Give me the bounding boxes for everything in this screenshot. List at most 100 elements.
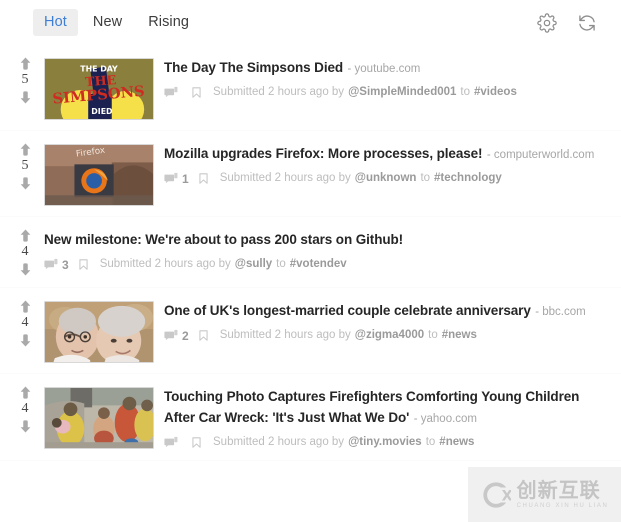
vote-column: 5: [10, 55, 40, 105]
svg-text:DIED: DIED: [91, 107, 113, 116]
app-root: Hot New Rising 5 THE DAY THE SIMPSONS DI…: [0, 0, 621, 522]
post-feed: 5 THE DAY THE SIMPSONS DIED The Day The …: [0, 45, 621, 462]
comment-icon[interactable]: [164, 86, 178, 100]
downvote-arrow-icon[interactable]: [18, 90, 33, 105]
post-item[interactable]: 5 Firefox Mozilla upgrades Firefox: More…: [0, 131, 621, 217]
post-author[interactable]: @tiny.movies: [348, 437, 422, 449]
bookmark-wrap[interactable]: [197, 172, 211, 186]
watermark-text: 创新互联 CHUANG XIN HU LIAN: [517, 480, 609, 509]
post-community[interactable]: #news: [442, 330, 477, 342]
comment-count: 2: [182, 329, 189, 344]
top-navigation-bar: Hot New Rising: [0, 0, 621, 45]
downvote-arrow-icon[interactable]: [18, 262, 33, 277]
vote-score: 5: [21, 72, 29, 87]
sort-tabs: Hot New Rising: [33, 8, 200, 37]
comments-group[interactable]: 1: [164, 172, 189, 186]
tab-new[interactable]: New: [82, 9, 133, 37]
post-thumbnail[interactable]: THE DAY THE SIMPSONS DIED: [44, 58, 154, 120]
submitted-text: Submitted 2 hours ago by: [219, 329, 351, 342]
bookmark-wrap[interactable]: [190, 436, 204, 450]
refresh-icon[interactable]: [577, 13, 597, 33]
post-meta: Submitted 2 hours ago by @tiny.movies to…: [164, 436, 607, 450]
downvote-arrow-icon[interactable]: [18, 333, 33, 348]
post-domain: - youtube.com: [347, 63, 421, 75]
to-text: to: [420, 172, 431, 185]
bookmark-wrap[interactable]: [197, 329, 211, 343]
post-body: Mozilla upgrades Firefox: More processes…: [164, 141, 607, 186]
post-item[interactable]: 5 THE DAY THE SIMPSONS DIED The Day The …: [0, 45, 621, 131]
post-domain: - bbc.com: [535, 306, 586, 318]
post-item[interactable]: 4: [0, 288, 621, 374]
vote-score: 5: [21, 158, 29, 173]
tab-rising-label: Rising: [148, 13, 190, 30]
vote-score: 4: [21, 401, 29, 416]
downvote-arrow-icon[interactable]: [18, 419, 33, 434]
post-title[interactable]: Mozilla upgrades Firefox: More processes…: [164, 146, 483, 161]
post-thumbnail[interactable]: [44, 387, 154, 449]
vote-column: 4: [10, 227, 40, 277]
submitted-text: Submitted 2 hours ago by: [99, 258, 231, 271]
comments-group[interactable]: [164, 86, 182, 100]
upvote-arrow-icon[interactable]: [18, 385, 33, 400]
watermark-overlay: X 创新互联 CHUANG XIN HU LIAN: [468, 467, 621, 522]
post-body: Touching Photo Captures Firefighters Com…: [164, 384, 607, 450]
post-meta: Submitted 2 hours ago by @SimpleMinded00…: [164, 86, 607, 100]
post-community[interactable]: #news: [439, 437, 474, 449]
bookmark-icon[interactable]: [190, 86, 204, 100]
gear-icon[interactable]: [537, 12, 557, 33]
submitted-text: Submitted 2 hours ago by: [219, 172, 351, 185]
comments-group[interactable]: 3: [44, 258, 69, 272]
comment-icon[interactable]: [164, 172, 178, 186]
post-domain: - computerworld.com: [486, 149, 595, 161]
post-author[interactable]: @sully: [235, 259, 272, 271]
post-author[interactable]: @zigma4000: [355, 330, 424, 342]
tab-hot[interactable]: Hot: [33, 8, 78, 37]
bookmark-icon[interactable]: [190, 436, 204, 450]
to-text: to: [276, 258, 286, 271]
vote-column: 4: [10, 298, 40, 348]
tab-rising[interactable]: Rising: [137, 9, 200, 37]
post-body: One of UK's longest-married couple celeb…: [164, 298, 607, 343]
post-title[interactable]: The Day The Simpsons Died: [164, 60, 343, 75]
post-title[interactable]: New milestone: We're about to pass 200 s…: [44, 232, 403, 247]
post-community[interactable]: #votendev: [290, 259, 347, 271]
post-title-line: Touching Photo Captures Firefighters Com…: [164, 386, 607, 428]
to-text: to: [428, 329, 438, 342]
bookmark-icon[interactable]: [197, 329, 211, 343]
post-author[interactable]: @SimpleMinded001: [348, 87, 456, 99]
comments-group[interactable]: [164, 436, 182, 450]
post-meta: 3 Submitted 2 hours ago by @sully to #vo…: [44, 258, 607, 272]
post-item[interactable]: 4 New milestone: We're about to pass 200…: [0, 217, 621, 288]
upvote-arrow-icon[interactable]: [18, 299, 33, 314]
post-body: New milestone: We're about to pass 200 s…: [40, 227, 607, 272]
post-author[interactable]: @unknown: [355, 173, 417, 185]
post-title-line: The Day The Simpsons Died - youtube.com: [164, 57, 607, 78]
topbar-actions: [537, 12, 603, 33]
post-item[interactable]: 4: [0, 374, 621, 462]
bookmark-wrap[interactable]: [190, 86, 204, 100]
post-title[interactable]: Touching Photo Captures Firefighters Com…: [164, 389, 579, 425]
upvote-arrow-icon[interactable]: [18, 228, 33, 243]
upvote-arrow-icon[interactable]: [18, 56, 33, 71]
post-title[interactable]: One of UK's longest-married couple celeb…: [164, 303, 531, 318]
watermark-inner: X 创新互联 CHUANG XIN HU LIAN: [481, 480, 609, 510]
bookmark-icon[interactable]: [77, 258, 91, 272]
comment-icon[interactable]: [164, 436, 178, 450]
comment-icon[interactable]: [44, 258, 58, 272]
tab-new-label: New: [92, 13, 123, 30]
tab-hot-label: Hot: [44, 13, 67, 30]
post-thumbnail[interactable]: Firefox: [44, 144, 154, 206]
bookmark-icon[interactable]: [197, 172, 211, 186]
comment-count: 1: [182, 172, 189, 187]
bookmark-wrap[interactable]: [77, 258, 91, 272]
post-community[interactable]: #technology: [434, 173, 502, 185]
post-thumbnail[interactable]: [44, 301, 154, 363]
post-community[interactable]: #videos: [474, 87, 517, 99]
downvote-arrow-icon[interactable]: [18, 176, 33, 191]
comment-icon[interactable]: [164, 329, 178, 343]
comments-group[interactable]: 2: [164, 329, 189, 343]
vote-column: 4: [10, 384, 40, 434]
upvote-arrow-icon[interactable]: [18, 142, 33, 157]
post-title-line: New milestone: We're about to pass 200 s…: [44, 229, 607, 250]
post-domain: - yahoo.com: [413, 413, 478, 426]
